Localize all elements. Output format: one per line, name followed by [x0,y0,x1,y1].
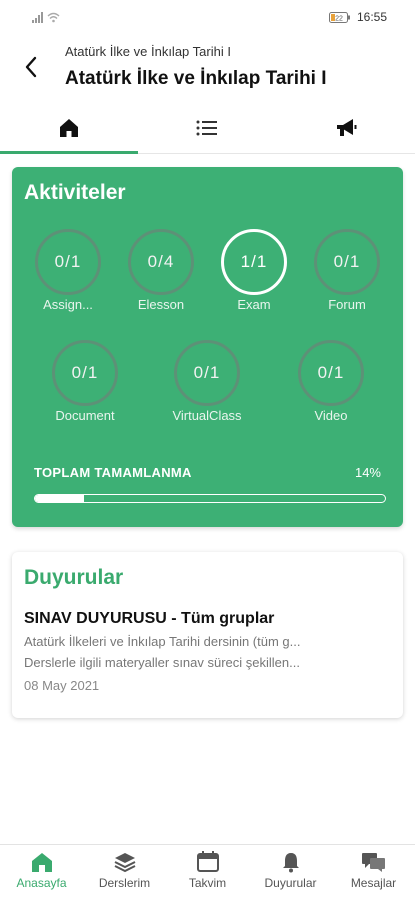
chat-icon [361,853,385,872]
nav-courses[interactable]: Derslerim [83,845,166,900]
activity-forum[interactable]: 0/1 Forum [302,229,392,312]
list-icon [196,120,218,135]
activity-video[interactable]: 0/1 Video [286,340,376,423]
activity-exam[interactable]: 1/1 Exam [209,229,299,312]
bell-icon [282,853,299,873]
megaphone-icon [336,118,357,136]
bottom-nav: Anasayfa Derslerim Takvim Duyurular Mesa… [0,844,415,900]
status-right: 22 16:55 [328,10,387,24]
activities-card: Aktiviteler 0/1 Assign... 0/4 Elesson 1/… [12,167,403,527]
tab-list[interactable] [138,102,276,153]
activities-title: Aktiviteler [24,181,126,204]
page-title: Atatürk İlke ve İnkılap Tarihi I [65,68,327,89]
nav-label: Anasayfa [16,876,67,890]
nav-home[interactable]: Anasayfa [0,845,83,900]
announcements-title: Duyurular [24,566,124,589]
chevron-left-icon [25,56,37,78]
total-completion-label: TOPLAM TAMAMLANMA [34,465,192,480]
activity-label: Exam [237,297,271,312]
nav-messages[interactable]: Mesajlar [332,845,415,900]
activity-label: Video [314,408,348,423]
nav-label: Duyurular [264,876,317,890]
activity-label: Assign... [43,297,93,312]
home-icon [31,853,52,872]
nav-announcements[interactable]: Duyurular [249,845,332,900]
nav-label: Takvim [188,876,227,890]
nav-label: Derslerim [98,876,151,890]
activity-label: VirtualClass [172,408,242,423]
tab-announcements[interactable] [277,102,415,153]
signal-icon [32,11,43,23]
activity-ring: 0/1 [174,340,240,406]
activity-label: Forum [328,297,366,312]
header-subtitle: Atatürk İlke ve İnkılap Tarihi I [65,44,231,59]
activity-ring: 0/1 [35,229,101,295]
activity-virtualclass[interactable]: 0/1 VirtualClass [162,340,252,423]
total-completion-percent: 14% [354,465,381,480]
home-icon [60,118,79,137]
activity-label: Elesson [137,297,185,312]
activity-assignment[interactable]: 0/1 Assign... [23,229,113,312]
activity-ring: 0/1 [314,229,380,295]
status-left [32,11,60,23]
layers-icon [114,853,135,873]
back-button[interactable] [18,52,44,82]
nav-label: Mesajlar [350,876,397,890]
activity-ring: 1/1 [221,229,287,295]
progress-fill [35,495,84,502]
status-time: 16:55 [356,10,387,24]
nav-calendar[interactable]: Takvim [166,845,249,900]
activity-ring: 0/1 [298,340,364,406]
announcement-line-2: Derslerle ilgili materyaller sınav sürec… [24,655,300,670]
announcement-line-1: Atatürk İlkeleri ve İnkılap Tarihi dersi… [24,634,301,649]
tab-home[interactable] [0,102,139,154]
tab-bar [0,102,415,154]
announcements-card[interactable]: Duyurular SINAV DUYURUSU - Tüm gruplar A… [12,552,403,718]
announcement-title: SINAV DUYURUSU - Tüm gruplar [24,610,275,627]
wifi-icon [47,12,60,22]
header: Atatürk İlke ve İnkılap Tarihi I Atatürk… [0,34,415,102]
completion-progress-bar [34,494,386,503]
activity-elesson[interactable]: 0/4 Elesson [116,229,206,312]
status-bar: 22 16:55 [0,0,415,34]
activity-ring: 0/1 [52,340,118,406]
activity-document[interactable]: 0/1 Document [40,340,130,423]
activity-ring: 0/4 [128,229,194,295]
battery-icon: 22 [328,11,350,23]
battery-level: 22 [335,15,343,22]
activity-label: Document [55,408,115,423]
calendar-icon [196,851,219,872]
announcement-date: 08 May 2021 [24,678,100,693]
